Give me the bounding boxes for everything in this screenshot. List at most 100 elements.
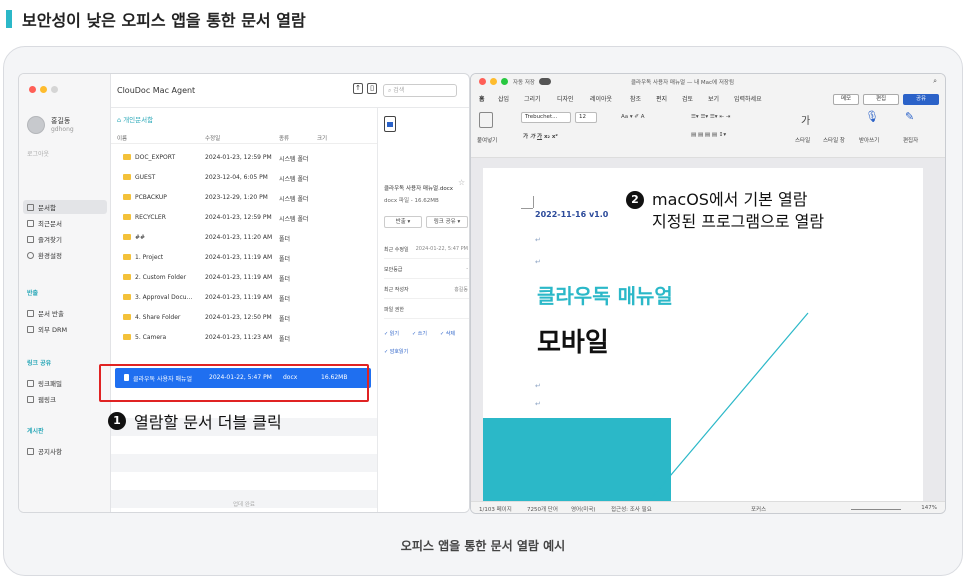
perm-secure-read: ✓ 암호읽기 (384, 349, 409, 355)
share-button[interactable]: 공유 (903, 94, 939, 105)
minimize-dot[interactable] (40, 86, 47, 93)
microphone-icon[interactable]: 🎙 (865, 110, 879, 123)
menu-tab[interactable]: 입력하세요 (734, 94, 762, 103)
editor-icon[interactable]: ✎ (905, 110, 914, 123)
font-size-select[interactable]: 12 (575, 112, 597, 123)
breadcrumb[interactable]: ⌂ 개인문서함 (117, 114, 153, 124)
table-row[interactable]: RECYCLER 2024-01-23, 12:59 PM 시스템 폴더 (111, 208, 377, 228)
table-row[interactable]: 5. Camera 2024-01-23, 11:23 AM 폴더 (111, 328, 377, 348)
word-ribbon: 붙여넣기 Trebuchet... 12 가 가 가 x₂ x² Aa ▾ ✐ … (471, 106, 945, 158)
info-label: 보안등급 (384, 267, 403, 273)
styles-icon[interactable]: 가 (801, 112, 810, 127)
zoom-dot[interactable] (51, 86, 58, 93)
menu-tab[interactable]: 삽입 (498, 94, 509, 103)
sidebar-item-export[interactable]: 문서 반출 (23, 306, 107, 320)
page-title: 보안성이 낮은 오피스 앱을 통한 문서 열람 (22, 11, 306, 30)
preview-meta: docx 파일 - 16.62MB (384, 198, 439, 204)
sidebar-item-label: 문서 반출 (38, 310, 64, 318)
cell-type: 폴더 (279, 316, 291, 323)
menu-tab[interactable]: 디자인 (557, 94, 574, 103)
info-label: 파일 권한 (384, 307, 404, 313)
logout-link[interactable]: 로그아웃 (27, 149, 49, 158)
menu-tab[interactable]: 보기 (708, 94, 719, 103)
sidebar-item-external-drm[interactable]: 외부 DRM (23, 322, 107, 336)
sidebar-item-settings[interactable]: 환경설정 (23, 248, 107, 262)
sidebar-item-favorites[interactable]: 즐겨찾기 (23, 232, 107, 246)
accessibility[interactable]: 접근성: 조사 필요 (611, 505, 652, 513)
table-row[interactable]: 4. Share Folder 2024-01-23, 12:50 PM 폴더 (111, 308, 377, 328)
menu-tab[interactable]: 편지 (656, 94, 667, 103)
search-icon[interactable]: ⌕ (933, 77, 937, 86)
word-count: 7250개 단어 (527, 507, 558, 513)
sidebar-item-recent[interactable]: 최근문서 (23, 216, 107, 230)
table-row[interactable]: 2. Custom Folder 2024-01-23, 11:19 AM 폴더 (111, 268, 377, 288)
language[interactable]: 영어(미국) (571, 505, 596, 513)
menu-tab[interactable]: 검토 (682, 94, 693, 103)
cell-type: 폴더 (279, 336, 291, 343)
cell-modified: 2024-01-23, 11:23 AM (205, 334, 273, 341)
table-row[interactable]: GUEST 2023-12-04, 6:05 PM 시스템 폴더 (111, 168, 377, 188)
format-tools[interactable]: Aa ▾ ✐ A (621, 114, 645, 120)
user-profile: 홍길동 gdhong (27, 116, 74, 134)
sidebar-item-label: 즐겨찾기 (38, 236, 62, 244)
col-name[interactable]: 이름 (117, 134, 127, 142)
autosave-toggle[interactable] (539, 78, 551, 85)
web-icon (27, 395, 34, 403)
sidebar-item-notice[interactable]: 공지사항 (23, 444, 107, 458)
paragraph-tools[interactable]: ☰▾ ☰▾ ☰▾ ⇤ ⇥ (691, 114, 730, 120)
table-row[interactable]: PCBACKUP 2023-12-29, 1:20 PM 시스템 폴더 (111, 188, 377, 208)
close-dot[interactable] (29, 86, 36, 93)
focus-mode[interactable]: 포커스 (751, 505, 766, 513)
dictate-label: 받아쓰기 (859, 138, 880, 144)
edit-button[interactable]: 편집 (863, 94, 899, 105)
link-share-button[interactable]: 링크 공유 ▾ (426, 216, 468, 228)
sidebar-item-link-family[interactable]: 링크패밀 (23, 376, 107, 390)
cell-name: GUEST (135, 174, 156, 181)
cell-modified: 2024-01-23, 11:20 AM (205, 234, 273, 241)
font-family-select[interactable]: Trebuchet... (521, 112, 571, 123)
close-dot[interactable] (479, 78, 486, 85)
zoom-slider[interactable] (851, 509, 901, 510)
col-modified[interactable]: 수정일 (205, 134, 220, 142)
menu-tab[interactable]: 그리기 (524, 94, 541, 103)
cell-type: 폴더 (279, 256, 291, 263)
figure-caption: 오피스 앱을 통한 문서 열람 예시 (400, 539, 566, 553)
sidebar-item-weblink[interactable]: 웹링크 (23, 392, 107, 406)
section-board: 게시판 (27, 428, 44, 435)
table-row[interactable]: 1. Project 2024-01-23, 11:19 AM 폴더 (111, 248, 377, 268)
cell-name: 2. Custom Folder (135, 274, 187, 281)
word-title: 클라우독 사용자 매뉴얼 — 내 Mac에 저장됨 (631, 80, 735, 86)
heading-bar: 보안성이 낮은 오피스 앱을 통한 문서 열람 (0, 0, 966, 38)
example-card: 홍길동 gdhong 로그아웃 문서함 최근문서 즐겨찾기 환경설정 반출 문서… (3, 46, 963, 576)
menu-tab[interactable]: 홈 (479, 94, 485, 103)
zoom-level: 147% (921, 505, 937, 511)
folder-icon (27, 203, 34, 211)
minimize-dot[interactable] (490, 78, 497, 85)
favorite-star-icon[interactable]: ☆ (458, 178, 465, 187)
export-button[interactable]: 반출 ▾ (384, 216, 422, 228)
memo-button[interactable]: 메모 (833, 94, 859, 105)
cell-modified: 2024-01-23, 12:59 PM (205, 154, 272, 161)
menu-tab[interactable]: 참조 (630, 94, 641, 103)
bold-button[interactable]: 가 가 가 x₂ x² (523, 132, 558, 140)
table-row[interactable]: 3. Approval Docu... 2024-01-23, 11:19 AM 폴… (111, 288, 377, 308)
folder-icon (123, 334, 131, 340)
table-row[interactable]: DOC_EXPORT 2024-01-23, 12:59 PM 시스템 폴더 (111, 148, 377, 168)
col-type[interactable]: 종류 (279, 134, 289, 142)
align-tools[interactable]: ▤ ▤ ▤ ▤ ↕▾ (691, 132, 726, 138)
zoom-dot[interactable] (501, 78, 508, 85)
table-row[interactable]: ## 2024-01-23, 11:20 AM 폴더 (111, 228, 377, 248)
cell-modified: 2024-01-23, 11:19 AM (205, 294, 273, 301)
menu-tab[interactable]: 레이아웃 (590, 94, 612, 103)
section-export: 반출 (27, 290, 39, 297)
drm-icon (27, 325, 34, 333)
search-input[interactable]: ⌕ 검색 (383, 84, 457, 97)
paste-icon[interactable] (479, 112, 493, 128)
sidebar-item-docs[interactable]: 문서함 (23, 200, 107, 214)
step-1-callout: 1 열람할 문서 더블 클릭 (108, 409, 282, 433)
col-size[interactable]: 크기 (317, 134, 327, 142)
perm-label: 삭제 (445, 331, 455, 337)
sidebar-item-label: 공지사항 (38, 448, 62, 456)
cell-modified: 2024-01-23, 11:19 AM (205, 274, 273, 281)
info-value: 2024-01-22, 5:47 PM (415, 246, 468, 252)
